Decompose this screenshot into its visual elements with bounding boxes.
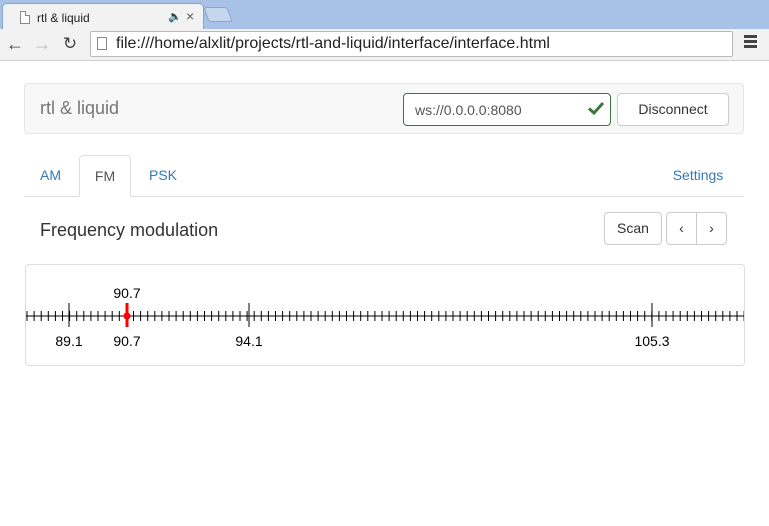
browser-tab-title: rtl & liquid [37, 11, 90, 25]
tick-label: 94.1 [235, 333, 262, 349]
speaker-icon: 🔈 [168, 11, 182, 23]
url-text: file:///home/alxlit/projects/rtl-and-liq… [116, 35, 550, 52]
tab-am[interactable]: AM [24, 155, 77, 197]
page-title: Frequency modulation [40, 220, 219, 240]
browser-tab[interactable]: rtl & liquid 🔈 × [2, 3, 204, 29]
scan-button[interactable]: Scan [604, 212, 662, 245]
brand: rtl & liquid [40, 98, 120, 118]
tab-fm[interactable]: FM [79, 155, 131, 197]
page-icon [97, 37, 107, 50]
checkmark-icon [587, 101, 605, 116]
selected-frequency-dot[interactable] [123, 312, 131, 320]
selected-frequency-label: 90.7 [113, 285, 140, 301]
next-button[interactable]: › [696, 212, 727, 245]
tick-label: 89.1 [55, 333, 82, 349]
forward-arrow-icon[interactable]: → [31, 33, 53, 55]
websocket-address-input[interactable] [403, 93, 611, 126]
tab-settings[interactable]: Settings [667, 155, 729, 197]
tab-psk[interactable]: PSK [135, 155, 191, 197]
close-icon[interactable]: × [186, 8, 194, 24]
reload-icon[interactable]: ↻ [59, 33, 81, 55]
tick-label: 105.3 [634, 333, 669, 349]
browser-tabstrip: rtl & liquid 🔈 × [0, 0, 769, 29]
app-navbar: rtl & liquid Disconnect [24, 83, 744, 134]
browser-toolbar: ← → ↻ file:///home/alxlit/projects/rtl-a… [0, 29, 769, 61]
address-bar[interactable]: file:///home/alxlit/projects/rtl-and-liq… [90, 31, 733, 57]
previous-button[interactable]: ‹ [666, 212, 697, 245]
back-arrow-icon[interactable]: ← [4, 33, 26, 55]
disconnect-button[interactable]: Disconnect [617, 93, 729, 126]
tick-label: 90.7 [113, 333, 140, 349]
menu-icon[interactable] [744, 35, 758, 53]
mode-tabs: AM FM PSK Settings [24, 155, 744, 197]
frequency-scale[interactable]: 90.7 89.1 90.7 94.1 105.3 [25, 264, 745, 366]
new-tab-button[interactable] [203, 7, 233, 22]
frequency-scale-svg[interactable]: 90.7 89.1 90.7 94.1 105.3 [26, 265, 745, 366]
page-icon [20, 11, 30, 24]
